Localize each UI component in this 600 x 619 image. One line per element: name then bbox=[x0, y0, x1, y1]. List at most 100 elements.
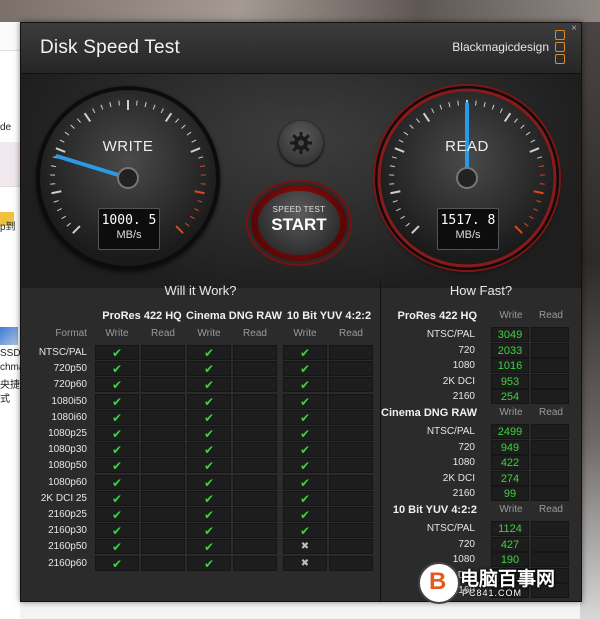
checkmark-icon: ✔ bbox=[283, 345, 327, 360]
checkmark-icon: ✔ bbox=[187, 393, 231, 409]
checkmark-icon: ✔ bbox=[187, 490, 231, 506]
read-fps-value bbox=[531, 327, 569, 342]
format-label: 1080i60 bbox=[51, 411, 87, 423]
read-cell bbox=[141, 555, 185, 571]
gauge-tick bbox=[422, 112, 431, 123]
col-header-write: Write bbox=[293, 328, 317, 339]
checkmark-icon: ✔ bbox=[187, 442, 231, 458]
gauge-tick bbox=[118, 100, 120, 106]
format-row: 1080p30 ✔ ✔ ✔ bbox=[21, 442, 380, 458]
read-cell bbox=[233, 393, 277, 409]
read-cell bbox=[141, 458, 185, 474]
read-cell bbox=[329, 490, 373, 506]
col-header-write: Write bbox=[499, 407, 523, 418]
gauge-tick bbox=[189, 215, 195, 220]
speed-format-label: 720 bbox=[458, 344, 475, 356]
settings-button[interactable] bbox=[279, 121, 323, 165]
gauge-tick bbox=[53, 200, 59, 203]
write-readout: 1000. 5 MB/s bbox=[98, 208, 160, 250]
checkmark-icon: ✔ bbox=[187, 523, 231, 539]
read-fps-value bbox=[531, 358, 569, 374]
gauge-tick bbox=[448, 102, 451, 108]
checkmark-icon: ✔ bbox=[283, 474, 327, 490]
speed-format-label: NTSC/PAL bbox=[426, 523, 475, 534]
gauge-tick bbox=[533, 190, 544, 195]
format-label: 1080p60 bbox=[48, 476, 87, 488]
read-fps-value bbox=[531, 521, 569, 536]
read-cell bbox=[233, 458, 277, 474]
speed-format-label: 2160 bbox=[452, 391, 475, 403]
read-cell bbox=[141, 409, 185, 425]
read-cell bbox=[329, 539, 373, 555]
read-speed-value: 1517. 8 bbox=[440, 213, 496, 228]
read-cell bbox=[233, 345, 277, 360]
col-header-write: Write bbox=[105, 328, 129, 339]
gauge-tick bbox=[392, 200, 398, 203]
write-fps-value: 953 bbox=[491, 373, 529, 389]
read-cell bbox=[329, 377, 373, 393]
gauge-tick bbox=[61, 215, 67, 220]
speed-format-label: 720 bbox=[458, 538, 475, 550]
watermark-url: PC841.COM bbox=[462, 588, 523, 598]
start-button-face: SPEED TEST START bbox=[258, 191, 340, 255]
checkmark-icon: ✔ bbox=[95, 474, 139, 490]
checkmark-icon: ✔ bbox=[187, 426, 231, 441]
write-fps-value: 254 bbox=[491, 389, 529, 405]
col-header-read: Read bbox=[539, 504, 563, 515]
desktop-wallpaper-strip bbox=[0, 0, 600, 22]
read-gauge: READ 1517. 8 MB/s bbox=[375, 86, 559, 270]
read-cell bbox=[329, 474, 373, 490]
col-header-write: Write bbox=[197, 328, 221, 339]
read-cell bbox=[233, 490, 277, 506]
will-it-work-table: ProRes 422 HQ Cinema DNG RAW 10 Bit YUV … bbox=[21, 303, 380, 601]
group-title-yuv: 10 Bit YUV 4:2:2 bbox=[286, 310, 372, 322]
gauge-tick bbox=[533, 208, 539, 212]
read-fps-value bbox=[531, 342, 569, 358]
gauge-tick bbox=[528, 215, 534, 220]
speed-row: 2160 254 bbox=[381, 389, 581, 405]
start-button[interactable]: SPEED TEST START bbox=[251, 185, 347, 261]
write-fps-value: 949 bbox=[491, 439, 529, 455]
checkmark-icon: ✔ bbox=[95, 539, 139, 555]
speed-format-label: NTSC/PAL bbox=[426, 426, 475, 437]
start-button-caption: SPEED TEST bbox=[272, 205, 326, 214]
read-cell bbox=[329, 507, 373, 522]
read-cell bbox=[141, 490, 185, 506]
checkmark-icon: ✔ bbox=[283, 442, 327, 458]
gauge-tick bbox=[391, 156, 397, 159]
gauge-tick bbox=[389, 165, 395, 168]
gauge-tick bbox=[175, 225, 184, 234]
bg-text: 式 bbox=[0, 394, 10, 405]
speed-group-title: Cinema DNG RAW bbox=[381, 407, 477, 419]
read-fps-value bbox=[531, 486, 569, 502]
format-row: 2160p50 ✔ ✔ ✖ bbox=[21, 539, 380, 555]
gauge-tick bbox=[395, 208, 401, 212]
checkmark-icon: ✔ bbox=[95, 393, 139, 409]
gauge-tick bbox=[197, 200, 203, 203]
close-icon[interactable]: × bbox=[571, 23, 577, 34]
format-row: 720p50 ✔ ✔ ✔ bbox=[21, 361, 380, 377]
checkmark-icon: ✔ bbox=[283, 361, 327, 377]
read-cell bbox=[233, 377, 277, 393]
gauge-tick bbox=[475, 100, 477, 106]
how-fast-table: ProRes 422 HQ Write Read NTSC/PAL 3049 720 203… bbox=[381, 303, 581, 601]
read-cell bbox=[233, 474, 277, 490]
checkmark-icon: ✔ bbox=[95, 426, 139, 441]
gauge-tick bbox=[439, 104, 443, 110]
checkmark-icon: ✔ bbox=[187, 361, 231, 377]
title-bar[interactable]: Disk Speed Test Blackmagicdesign × bbox=[21, 23, 581, 74]
gauge-tick bbox=[491, 104, 495, 110]
bg-text: p到 bbox=[0, 222, 16, 233]
format-label: 1080p30 bbox=[48, 444, 87, 456]
format-row: 2K DCI 25 ✔ ✔ ✔ bbox=[21, 490, 380, 507]
gauge-area: WRITE 1000. 5 MB/s SPEED TEST START READ… bbox=[21, 74, 581, 288]
checkmark-icon: ✔ bbox=[187, 507, 231, 522]
speed-row: 1080 422 bbox=[381, 455, 581, 471]
site-watermark: B 电脑百事网 PC841.COM bbox=[418, 560, 598, 616]
format-row: 1080p60 ✔ ✔ ✔ bbox=[21, 474, 380, 491]
read-fps-value bbox=[531, 470, 569, 486]
checkmark-icon: ✔ bbox=[283, 507, 327, 522]
gauge-tick bbox=[514, 225, 523, 234]
gauge-tick bbox=[76, 118, 81, 123]
read-cell bbox=[141, 507, 185, 522]
